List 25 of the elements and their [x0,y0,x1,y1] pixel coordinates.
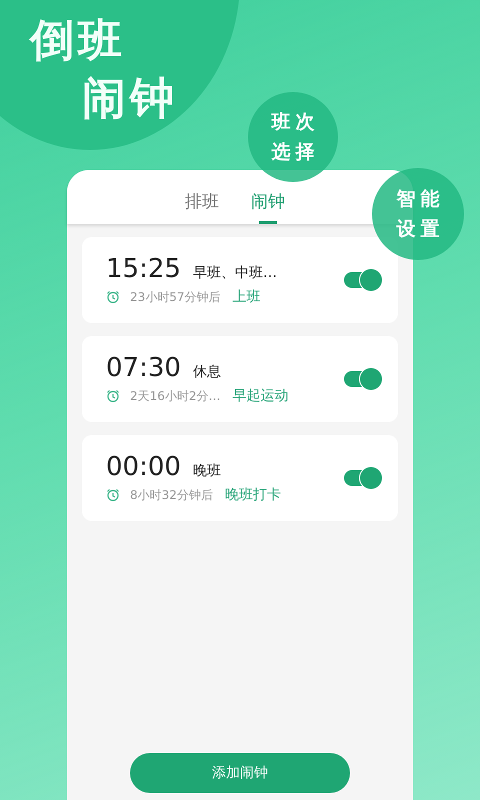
alarm-time: 07:30 [106,353,181,383]
alarm-time: 15:25 [106,254,181,284]
alarm-card[interactable]: 07:30 休息 2天16小时2分… 早起运动 [82,336,398,422]
countdown-text: 23小时57分钟后 [130,288,221,306]
alarm-note: 早起运动 [232,387,289,405]
alarm-card[interactable]: 00:00 晚班 8小时32分钟后 晚班打卡 [82,435,398,521]
countdown-text: 8小时32分钟后 [130,486,213,504]
alarm-card[interactable]: 15:25 早班、中班… 23小时57分钟后 上班 [82,237,398,323]
bubble-text: 班次 [270,110,320,135]
shift-label: 晚班 [192,462,221,480]
bubble-text: 选择 [270,140,320,165]
bubble-text: 智能 [395,187,444,212]
alarm-time: 00:00 [106,452,181,482]
alarm-clock-icon [106,488,120,502]
bubble-text: 设置 [395,217,444,242]
countdown-text: 2天16小时2分… [130,388,221,404]
alarm-note: 晚班打卡 [224,486,281,504]
alarm-note: 上班 [232,288,261,306]
headline-text: 闹钟 [82,72,178,126]
tab[interactable]: 排班 [181,188,223,224]
headline-text: 倒班 [30,14,126,68]
shift-label: 早班、中班… [192,264,277,282]
alarm-clock-icon [106,389,120,403]
shift-label: 休息 [192,363,221,381]
alarm-clock-icon [106,290,120,304]
